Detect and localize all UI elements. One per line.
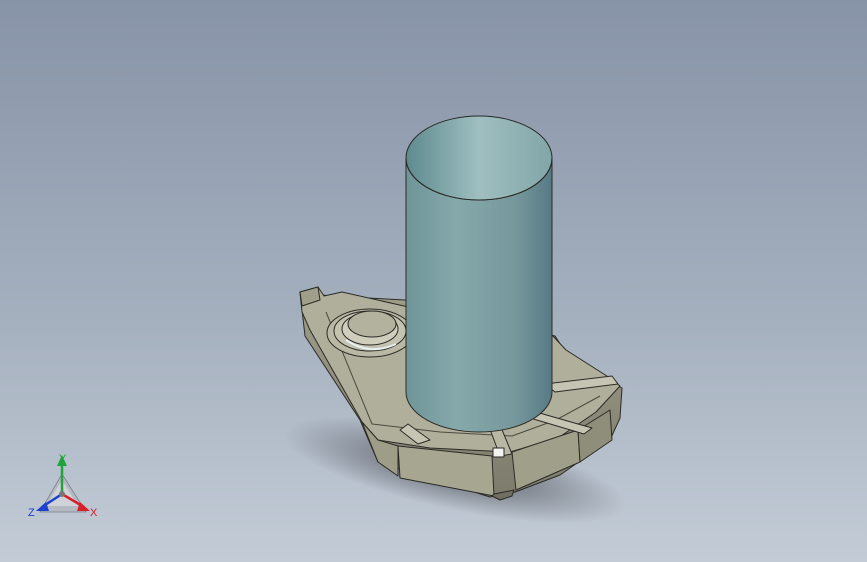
- coordinate-triad[interactable]: Y X Z: [28, 453, 98, 519]
- y-axis-label: Y: [59, 453, 67, 465]
- model-scene[interactable]: Y X Z: [0, 0, 867, 562]
- cylinder-top-opening: [405, 115, 553, 201]
- round-boss[interactable]: [326, 308, 414, 358]
- triad-origin: [59, 491, 65, 497]
- vent-square: [492, 447, 505, 458]
- x-axis-label: X: [90, 507, 98, 519]
- z-axis-label: Z: [28, 507, 35, 519]
- cylinder-tube[interactable]: [405, 115, 553, 433]
- boss-top: [347, 310, 397, 338]
- 3d-viewport[interactable]: Y X Z: [0, 0, 867, 562]
